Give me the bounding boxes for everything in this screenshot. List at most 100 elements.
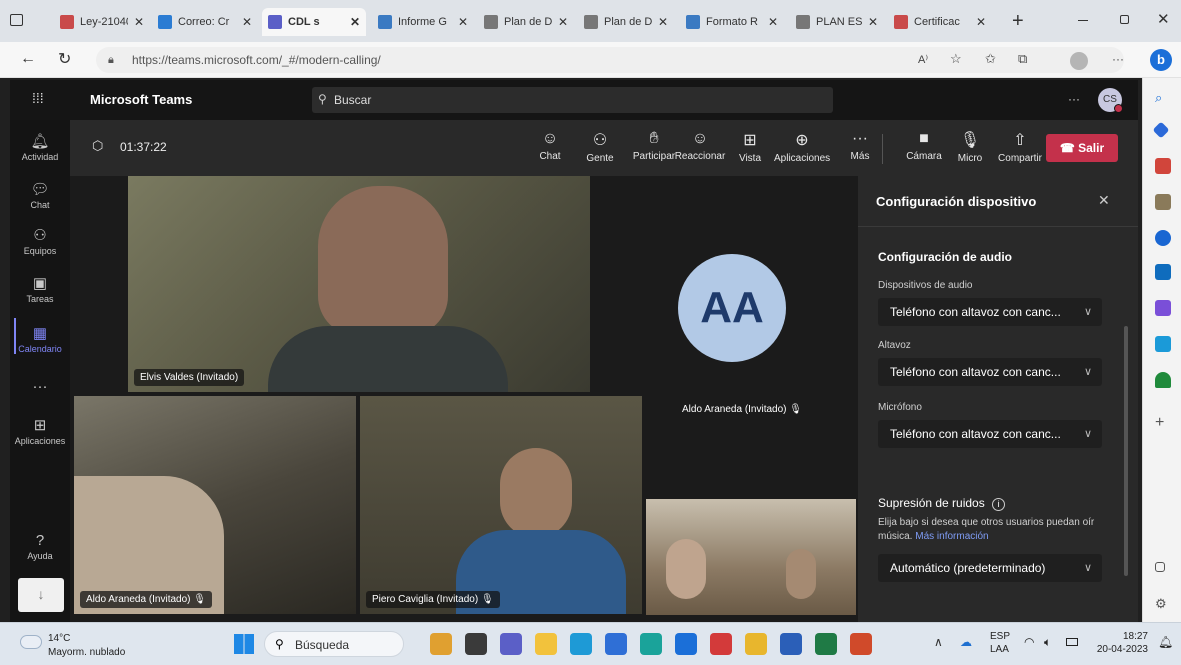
rail-item[interactable]: ⊞ Aplicaciones [10, 416, 70, 446]
wifi-icon[interactable]: ◠ [1024, 635, 1034, 649]
rail-item[interactable]: ⚇ Equipos [10, 226, 70, 256]
browser-tab[interactable]: Plan de De ✕ [478, 8, 574, 36]
office-icon[interactable] [1155, 230, 1171, 246]
browser-tab[interactable]: Certificac ✕ [888, 8, 992, 36]
chevron-up-icon[interactable]: ∧ [934, 635, 943, 649]
read-aloud-icon[interactable]: A⁾ [918, 53, 928, 66]
call-button[interactable]: ··· Más [832, 130, 888, 162]
rail-item[interactable]: 🔔︎ Actividad [10, 132, 70, 162]
bing-icon[interactable]: b [1150, 49, 1172, 71]
battery-icon[interactable] [1066, 638, 1078, 646]
rail-item[interactable]: ▦ Calendario [10, 324, 70, 354]
close-tab-icon[interactable]: ✕ [868, 15, 878, 29]
tools-icon[interactable] [1155, 158, 1171, 174]
language-indicator[interactable]: ESP LAA [990, 630, 1010, 656]
outlook-icon[interactable] [1155, 264, 1171, 280]
noise-suppression-select[interactable]: Automático (predeterminado) ∨ [878, 554, 1102, 582]
weather-icon[interactable] [20, 635, 42, 649]
video-tile[interactable]: Elvis Valdes (Invitado) [128, 176, 590, 392]
more-options-button[interactable]: ··· [1068, 92, 1080, 106]
shield-app-icon[interactable] [710, 633, 732, 655]
designer-icon[interactable] [1155, 300, 1171, 316]
games-icon[interactable] [1155, 194, 1171, 210]
media-button[interactable]: ⇧ Compartir [992, 130, 1048, 164]
close-tab-icon[interactable]: ✕ [134, 15, 144, 29]
browser-tab[interactable]: Informe G ✕ [372, 8, 474, 36]
leave-button[interactable]: ☎︎ Salir [1046, 134, 1118, 162]
new-tab-button[interactable]: + [1012, 10, 1024, 33]
task-view-icon[interactable] [465, 633, 487, 655]
l-app-icon[interactable] [640, 633, 662, 655]
rail-item[interactable]: ··· [10, 378, 70, 397]
media-button[interactable]: 🎙︎ Micro [942, 130, 998, 164]
weather-desc[interactable]: Mayorm. nublado [48, 647, 125, 658]
call-button[interactable]: ☺ Reaccionar [672, 130, 728, 162]
send-icon[interactable] [1155, 336, 1171, 352]
browser-tab[interactable]: Plan de D ✕ [578, 8, 674, 36]
browser-tab[interactable]: Formato R ✕ [680, 8, 784, 36]
download-button[interactable]: ↓ [18, 578, 64, 612]
favorite-icon[interactable]: ☆ [950, 51, 962, 67]
url-field[interactable]: 🔒︎ https://teams.microsoft.com/_#/modern… [96, 47, 1124, 73]
refresh-icon[interactable]: ↻ [58, 49, 71, 69]
call-button[interactable]: ⊞ Vista [722, 130, 778, 164]
rail-item[interactable]: ▣ Tareas [10, 274, 70, 304]
browser-tab[interactable]: CDL s ✕ [262, 8, 366, 36]
store-icon[interactable] [605, 633, 627, 655]
close-tab-icon[interactable]: ✕ [558, 15, 568, 29]
info-icon[interactable]: i [992, 498, 1006, 511]
room-video-tile[interactable] [646, 499, 856, 615]
word-icon[interactable] [780, 633, 802, 655]
powerpoint-icon[interactable] [850, 633, 872, 655]
file-explorer-icon[interactable] [535, 633, 557, 655]
close-tab-icon[interactable]: ✕ [658, 15, 668, 29]
edge-icon[interactable] [570, 633, 592, 655]
video-tile[interactable]: Aldo Araneda (Invitado) 🎙︎ [74, 396, 356, 614]
minimize-icon[interactable] [1078, 20, 1088, 21]
close-tab-icon[interactable]: ✕ [458, 15, 468, 29]
close-tab-icon[interactable]: ✕ [976, 15, 986, 29]
call-button[interactable]: ☺ Chat [522, 130, 578, 162]
widgets-icon[interactable] [430, 633, 452, 655]
weather-temp[interactable]: 14°C [48, 633, 70, 644]
close-tab-icon[interactable]: ✕ [768, 15, 778, 29]
browser-tab[interactable]: Correo: Cr ✕ [152, 8, 258, 36]
video-tile[interactable]: Piero Caviglia (Invitado) 🎙︎ [360, 396, 642, 614]
notifications-icon[interactable]: 🔔︎ [1158, 635, 1173, 649]
excel-icon[interactable] [815, 633, 837, 655]
audio-devices-select[interactable]: Teléfono con altavoz con canc... ∨ [878, 298, 1102, 326]
mail-icon[interactable] [675, 633, 697, 655]
microphone-select[interactable]: Teléfono con altavoz con canc... ∨ [878, 420, 1102, 448]
favorites-bar-icon[interactable]: ✩ [985, 51, 996, 67]
close-tab-icon[interactable]: ✕ [242, 15, 252, 29]
chat-app-icon[interactable] [500, 633, 522, 655]
taskbar-search[interactable]: ⚲ Búsqueda [264, 631, 404, 657]
search-icon[interactable]: ⌕ [1155, 90, 1171, 106]
close-window-icon[interactable]: ✕ [1157, 10, 1170, 28]
app-launcher-icon[interactable]: ⁞⁞⁞ [32, 90, 44, 106]
collections-icon[interactable]: ⧉ [1018, 51, 1027, 67]
close-panel-icon[interactable]: ✕ [1098, 192, 1110, 209]
speaker-select[interactable]: Teléfono con altavoz con canc... ∨ [878, 358, 1102, 386]
rail-item[interactable]: 💬︎ Chat [10, 180, 70, 210]
restore-icon[interactable] [1120, 15, 1129, 24]
panel-scrollbar[interactable] [1124, 326, 1128, 576]
settings-icon[interactable]: ⚙ [1155, 596, 1171, 612]
clock[interactable]: 18:27 20-04-2023 [1096, 630, 1148, 656]
browser-tab[interactable]: PLAN ESP ✕ [790, 8, 884, 36]
chrome-icon[interactable] [745, 633, 767, 655]
extensions-menu-icon[interactable]: ··· [1112, 52, 1124, 66]
call-button[interactable]: ⚇ Gente [572, 130, 628, 164]
back-icon[interactable]: ← [20, 50, 36, 68]
windows-start-icon[interactable] [234, 634, 254, 654]
call-button[interactable]: ⊕ Aplicaciones [774, 130, 830, 164]
tab-actions-icon[interactable] [10, 14, 23, 26]
tree-icon[interactable] [1155, 372, 1171, 388]
rail-item-help[interactable]: ? Ayuda [10, 532, 70, 561]
search-box[interactable]: ⚲ Buscar [312, 87, 833, 113]
browser-tab[interactable]: Ley-21040 ✕ [54, 8, 150, 36]
volume-icon[interactable]: 🔈︎ [1044, 635, 1051, 650]
sidebar-toggle-icon[interactable] [1155, 562, 1165, 572]
onedrive-icon[interactable]: ☁︎ [960, 635, 972, 649]
profile-icon[interactable] [1070, 52, 1088, 70]
